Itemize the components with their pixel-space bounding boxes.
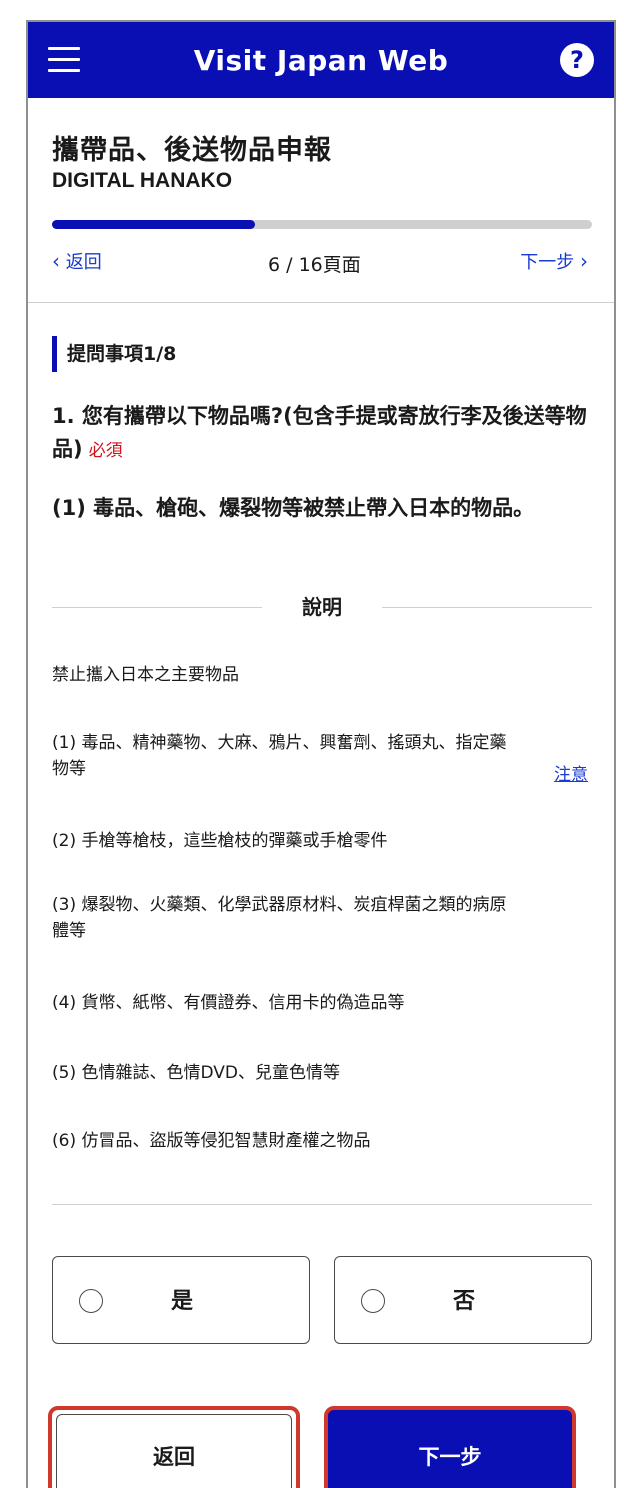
progress-bar-fill [52,220,255,229]
prohibited-item: (5) 色情雜誌、色情DVD、兒童色情等 [52,1063,340,1083]
nav-back-label: 返回 [65,252,102,273]
question-text: 1. 您有攜帶以下物品嗎?(包含手提或寄放行李及後送等物品) 必須 [52,400,597,468]
back-button[interactable]: 返回 [48,1406,300,1488]
sub-question-text: (1) 毒品、槍砲、爆裂物等被禁止帶入日本的物品。 [52,496,535,520]
required-badge: 必須 [88,441,123,461]
option-no-label: 否 [453,1289,476,1314]
nav-next-link[interactable]: 下一步 › [520,248,588,274]
next-button[interactable]: 下一步 [324,1406,576,1488]
radio-circle-icon [361,1289,385,1313]
progress-bar [52,220,592,229]
hamburger-menu-icon[interactable] [48,47,80,73]
divider [382,607,592,608]
next-button-label: 下一步 [418,1445,482,1469]
option-yes[interactable]: 是 [52,1256,310,1344]
note-link[interactable]: 注意 [554,760,588,785]
app-title: Visit Japan Web [193,43,449,77]
divider [52,1204,592,1205]
page-title: 攜帶品、後送物品申報 [52,135,332,166]
app-screen: Visit Japan Web ? 攜帶品、後送物品申報 DIGITAL HAN… [26,20,616,1488]
question-counter: 提問事項1/8 [52,336,176,372]
prohibited-item: (4) 貨幣、紙幣、有價證券、信用卡的偽造品等 [52,993,405,1013]
option-yes-label: 是 [171,1289,194,1314]
explanation-header: 說明 [52,592,592,622]
explanation-title: 禁止攜入日本之主要物品 [52,665,239,685]
user-name: DIGITAL HANAKO [52,169,233,192]
divider [28,302,614,303]
back-button-label: 返回 [153,1445,195,1469]
page-indicator: 6 / 16頁面 [268,254,361,276]
radio-circle-icon [79,1289,103,1313]
nav-next-label: 下一步 [520,252,575,273]
chevron-right-icon: › [580,249,588,273]
question-label: 1. 您有攜帶以下物品嗎?(包含手提或寄放行李及後送等物品) [52,404,587,461]
prohibited-item: (3) 爆裂物、火藥類、化學武器原材料、炭疽桿菌之類的病原體等 [52,895,507,941]
nav-back-link[interactable]: ‹ 返回 [52,248,102,274]
option-no[interactable]: 否 [334,1256,592,1344]
chevron-left-icon: ‹ [52,249,60,273]
prohibited-item: (1) 毒品、精神藥物、大麻、鴉片、興奮劑、搖頭丸、指定藥物等 [52,733,507,779]
prohibited-item: (2) 手槍等槍枝，這些槍枝的彈藥或手槍零件 [52,831,388,851]
help-icon[interactable]: ? [560,43,594,77]
app-header: Visit Japan Web ? [28,22,614,98]
prohibited-item: (6) 仿冒品、盜版等侵犯智慧財產權之物品 [52,1131,371,1151]
